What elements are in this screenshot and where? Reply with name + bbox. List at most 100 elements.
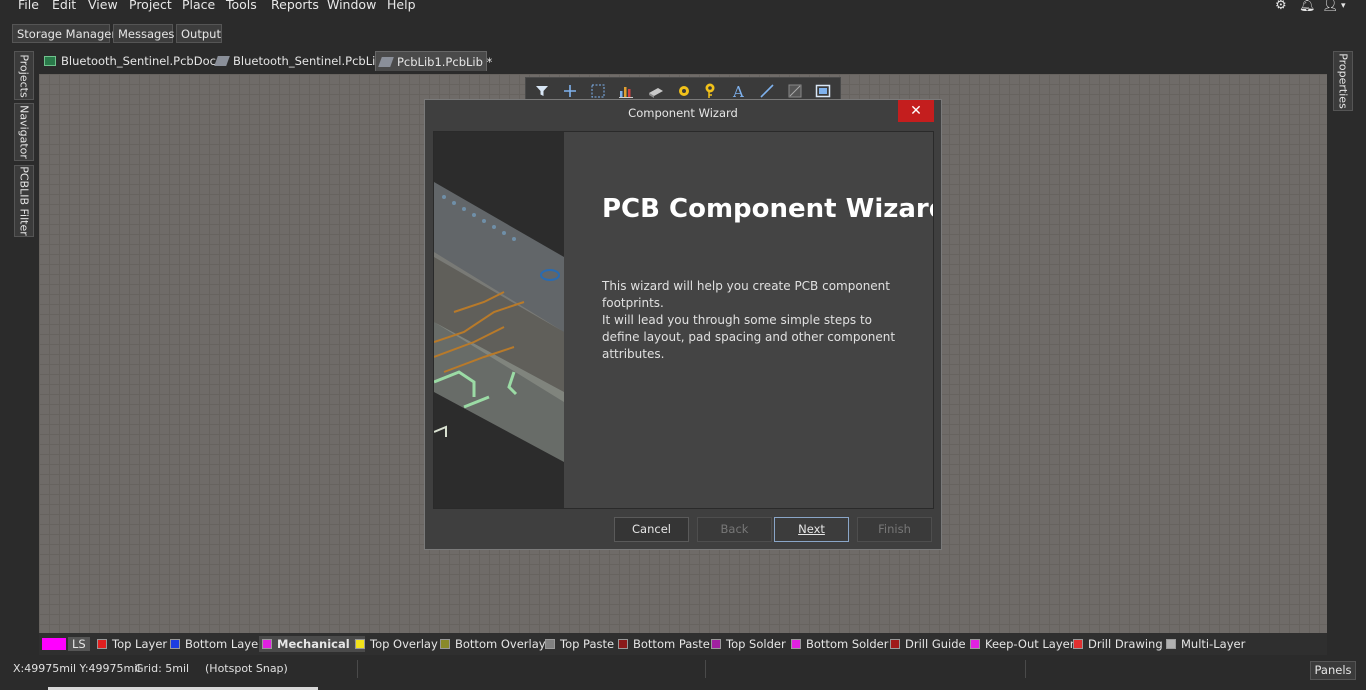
wizard-heading: PCB Component Wizard: [602, 194, 934, 224]
region-icon[interactable]: [786, 82, 804, 100]
layer-set-label: LS: [68, 637, 90, 651]
back-button[interactable]: Back: [697, 517, 772, 542]
layer-label: Keep-Out Layer: [985, 637, 1075, 651]
status-separator: [1025, 660, 1026, 678]
menu-reports[interactable]: Reports: [271, 0, 319, 12]
panels-button[interactable]: Panels: [1310, 661, 1356, 680]
layer-bottom-overlay[interactable]: Bottom Overlay: [440, 636, 546, 652]
gear-icon[interactable]: ⚙: [1275, 0, 1287, 13]
layer-bottom-solder[interactable]: Bottom Solder: [791, 636, 888, 652]
component-wizard-dialog: Component Wizard ✕ PCB Component Wizard …: [424, 99, 942, 550]
dialog-body: PCB Component Wizard This wizard will he…: [433, 131, 934, 509]
cross-icon[interactable]: [561, 82, 579, 100]
layer-set-selector[interactable]: LS: [42, 636, 90, 652]
via-icon[interactable]: [702, 82, 720, 100]
tab-label: Bluetooth_Sentinel.PcbDoc: [61, 54, 216, 68]
snap-mode: (Hotspot Snap): [205, 662, 288, 675]
tab-pcblib1[interactable]: PcbLib1.PcbLib *: [375, 51, 492, 71]
pcblib-icon: [214, 56, 230, 66]
status-separator: [705, 660, 706, 678]
layer-label: Drill Guide: [905, 637, 966, 651]
next-label: Next: [798, 522, 825, 536]
layer-label: Top Overlay: [370, 637, 438, 651]
layer-multi-layer[interactable]: Multi-Layer: [1166, 636, 1245, 652]
pcbdoc-icon: [44, 56, 56, 66]
layer-drill-drawing[interactable]: Drill Drawing: [1073, 636, 1163, 652]
component-icon[interactable]: [647, 82, 665, 100]
layer-color-swatch: [618, 639, 628, 649]
close-button[interactable]: ✕: [898, 100, 934, 122]
layer-keep-out[interactable]: Keep-Out Layer: [970, 636, 1074, 652]
storage-manager-button[interactable]: Storage Manager: [12, 24, 116, 43]
layer-label: Mechanical 1: [277, 637, 362, 651]
layer-label: Bottom Layer: [185, 637, 263, 651]
layer-color-swatch: [791, 639, 801, 649]
menu-help[interactable]: Help: [387, 0, 416, 12]
grid-size: Grid: 5mil: [135, 662, 190, 675]
pcb-layers-illustration: [434, 132, 564, 508]
menu-file[interactable]: File: [18, 0, 39, 12]
menu-edit[interactable]: Edit: [52, 0, 76, 12]
svg-text:A: A: [732, 83, 744, 100]
layer-label: Bottom Overlay: [455, 637, 546, 651]
select-rect-icon[interactable]: [589, 82, 607, 100]
layer-color-swatch: [262, 639, 272, 649]
panel-label: PCBLIB Filter: [17, 166, 31, 236]
pcblib-filter-panel-tab[interactable]: PCBLIB Filter: [14, 165, 34, 237]
layer-color-swatch: [970, 639, 980, 649]
line-icon[interactable]: [758, 82, 776, 100]
menu-window[interactable]: Window: [327, 0, 376, 12]
tab-pcblib-sentinel[interactable]: Bluetooth_Sentinel.PcbLib: [214, 51, 383, 71]
layer-color-swatch: [355, 639, 365, 649]
finish-button[interactable]: Finish: [857, 517, 932, 542]
layer-label: Top Paste: [560, 637, 615, 651]
properties-panel-tab[interactable]: Properties: [1333, 51, 1353, 111]
output-button[interactable]: Output: [176, 24, 222, 43]
tab-label: PcbLib1.PcbLib *: [397, 55, 493, 69]
layer-color-swatch: [711, 639, 721, 649]
layer-label: Bottom Paste: [633, 637, 710, 651]
tab-label: Bluetooth_Sentinel.PcbLib: [233, 54, 383, 68]
bell-icon[interactable]: 🔔︎: [1299, 0, 1316, 13]
next-button[interactable]: Next: [774, 517, 849, 542]
panel-label: Projects: [17, 53, 31, 98]
description-line-1: This wizard will help you create PCB com…: [602, 279, 890, 310]
layer-label: Drill Drawing: [1088, 637, 1163, 651]
layer-top-paste[interactable]: Top Paste: [545, 636, 614, 652]
pcblib-icon: [378, 57, 394, 67]
cancel-button[interactable]: Cancel: [614, 517, 689, 542]
projects-panel-tab[interactable]: Projects: [14, 51, 34, 100]
layer-label: Multi-Layer: [1181, 637, 1246, 651]
chart-icon[interactable]: [617, 82, 635, 100]
layer-color-swatch: [170, 639, 180, 649]
tab-pcbdoc[interactable]: Bluetooth_Sentinel.PcbDoc: [44, 51, 216, 71]
layer-drill-guide[interactable]: Drill Guide: [890, 636, 966, 652]
layer-bottom-layer[interactable]: Bottom Layer: [170, 636, 263, 652]
pad-icon[interactable]: [675, 82, 693, 100]
filter-icon[interactable]: [533, 82, 551, 100]
layer-color-swatch: [97, 639, 107, 649]
menu-bar: File Edit View Project Place Tools Repor…: [0, 0, 1366, 13]
layer-top-overlay[interactable]: Top Overlay: [355, 636, 438, 652]
cursor-coordinates: X:49975mil Y:49975mil: [13, 662, 141, 675]
layer-top-layer[interactable]: Top Layer: [97, 636, 167, 652]
menu-project[interactable]: Project: [129, 0, 172, 12]
menu-tools[interactable]: Tools: [226, 0, 257, 12]
chevron-down-icon[interactable]: ▾: [1341, 1, 1346, 11]
layer-top-solder[interactable]: Top Solder: [711, 636, 786, 652]
menu-view[interactable]: View: [88, 0, 118, 12]
messages-button[interactable]: Messages: [113, 24, 174, 43]
rect-icon[interactable]: [814, 82, 832, 100]
text-icon[interactable]: A: [730, 82, 748, 100]
menu-place[interactable]: Place: [182, 0, 215, 12]
user-icon[interactable]: 👤︎: [1322, 0, 1339, 13]
navigator-panel-tab[interactable]: Navigator: [14, 103, 34, 161]
current-layer-swatch: [42, 638, 66, 650]
layer-label: Top Layer: [112, 637, 168, 651]
wizard-description: This wizard will help you create PCB com…: [602, 278, 912, 363]
layer-mechanical-1[interactable]: Mechanical 1: [259, 636, 365, 652]
layer-color-swatch: [890, 639, 900, 649]
layer-color-swatch: [545, 639, 555, 649]
layer-bottom-paste[interactable]: Bottom Paste: [618, 636, 710, 652]
layer-color-swatch: [1166, 639, 1176, 649]
